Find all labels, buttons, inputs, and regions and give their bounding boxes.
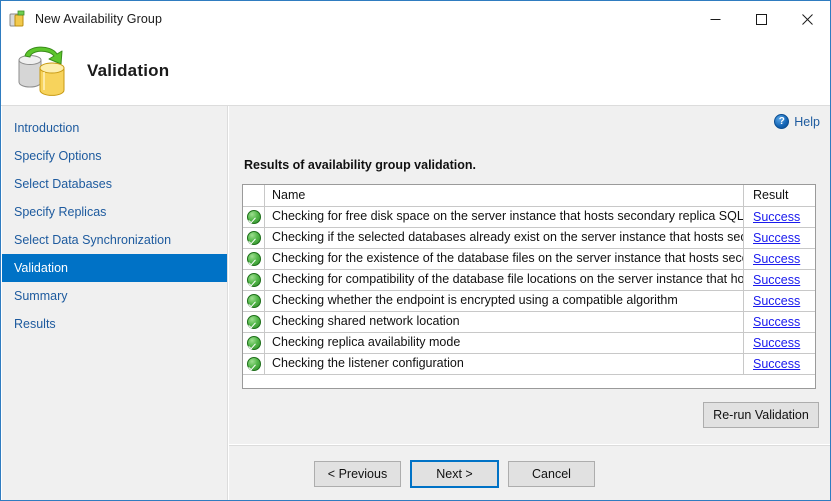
minimize-icon <box>710 14 721 25</box>
row-result-cell: Success <box>744 354 815 374</box>
row-name-cell: Checking for compatibility of the databa… <box>265 270 744 290</box>
sidebar-item-label: Select Databases <box>14 177 112 191</box>
validation-results-table: Name Result Checking for free disk space… <box>242 184 816 389</box>
help-label: Help <box>794 115 820 129</box>
row-status-cell <box>243 312 265 332</box>
row-status-cell <box>243 228 265 248</box>
table-row[interactable]: Checking for free disk space on the serv… <box>243 207 815 228</box>
row-result-cell: Success <box>744 291 815 311</box>
sidebar-item-label: Specify Replicas <box>14 205 106 219</box>
sidebar-item-select-data-synchronization[interactable]: Select Data Synchronization <box>2 226 227 254</box>
success-check-icon <box>247 231 261 245</box>
rerun-validation-button[interactable]: Re-run Validation <box>703 402 819 428</box>
window-controls <box>692 1 830 37</box>
row-name-cell: Checking for the existence of the databa… <box>265 249 744 269</box>
previous-button[interactable]: < Previous <box>314 461 401 487</box>
content-panel: ? Help Results of availability group val… <box>229 106 830 444</box>
next-button[interactable]: Next > <box>410 460 499 488</box>
result-link[interactable]: Success <box>753 252 800 266</box>
result-link[interactable]: Success <box>753 315 800 329</box>
minimize-button[interactable] <box>692 1 738 37</box>
column-header-name: Name <box>265 185 744 206</box>
success-check-icon <box>247 252 261 266</box>
sidebar-item-summary[interactable]: Summary <box>2 282 227 310</box>
results-caption: Results of availability group validation… <box>244 158 476 172</box>
row-name-cell: Checking for free disk space on the serv… <box>265 207 744 227</box>
success-check-icon <box>247 336 261 350</box>
table-row[interactable]: Checking if the selected databases alrea… <box>243 228 815 249</box>
row-status-cell <box>243 333 265 353</box>
row-name-cell: Checking shared network location <box>265 312 744 332</box>
table-row[interactable]: Checking shared network location Success <box>243 312 815 333</box>
sidebar-item-validation[interactable]: Validation <box>2 254 227 282</box>
availability-group-icon <box>9 10 27 28</box>
row-name-cell: Checking whether the endpoint is encrypt… <box>265 291 744 311</box>
row-name-cell: Checking the listener configuration <box>265 354 744 374</box>
cancel-button[interactable]: Cancel <box>508 461 595 487</box>
success-check-icon <box>247 357 261 371</box>
wizard-steps-sidebar: Introduction Specify Options Select Data… <box>2 106 228 500</box>
result-link[interactable]: Success <box>753 231 800 245</box>
maximize-button[interactable] <box>738 1 784 37</box>
database-sync-icon <box>11 42 73 100</box>
close-button[interactable] <box>784 1 830 37</box>
sidebar-item-specify-options[interactable]: Specify Options <box>2 142 227 170</box>
row-status-cell <box>243 270 265 290</box>
row-result-cell: Success <box>744 333 815 353</box>
row-result-cell: Success <box>744 312 815 332</box>
result-link[interactable]: Success <box>753 357 800 371</box>
sidebar-item-select-databases[interactable]: Select Databases <box>2 170 227 198</box>
column-header-status <box>243 185 265 206</box>
page-title: Validation <box>87 61 169 81</box>
table-row[interactable]: Checking for the existence of the databa… <box>243 249 815 270</box>
close-icon <box>802 14 813 25</box>
result-link[interactable]: Success <box>753 273 800 287</box>
sidebar-item-label: Specify Options <box>14 149 102 163</box>
row-status-cell <box>243 354 265 374</box>
success-check-icon <box>247 315 261 329</box>
row-name-cell: Checking if the selected databases alrea… <box>265 228 744 248</box>
help-circle-icon: ? <box>774 114 789 129</box>
success-check-icon <box>247 294 261 308</box>
row-status-cell <box>243 249 265 269</box>
success-check-icon <box>247 273 261 287</box>
table-header-row: Name Result <box>243 185 815 207</box>
maximize-icon <box>756 14 767 25</box>
sidebar-item-label: Results <box>14 317 56 331</box>
row-result-cell: Success <box>744 207 815 227</box>
result-link[interactable]: Success <box>753 210 800 224</box>
row-status-cell <box>243 207 265 227</box>
table-row[interactable]: Checking replica availability mode Succe… <box>243 333 815 354</box>
page-header: Validation <box>1 37 830 106</box>
result-link[interactable]: Success <box>753 294 800 308</box>
sidebar-item-label: Validation <box>14 261 68 275</box>
sidebar-item-introduction[interactable]: Introduction <box>2 114 227 142</box>
sidebar-item-label: Select Data Synchronization <box>14 233 171 247</box>
row-name-cell: Checking replica availability mode <box>265 333 744 353</box>
window-title: New Availability Group <box>35 12 162 26</box>
row-status-cell <box>243 291 265 311</box>
help-link[interactable]: ? Help <box>774 114 820 129</box>
column-header-result: Result <box>744 185 815 206</box>
table-row[interactable]: Checking the listener configuration Succ… <box>243 354 815 375</box>
sidebar-item-label: Introduction <box>14 121 79 135</box>
sidebar-item-results[interactable]: Results <box>2 310 227 338</box>
sidebar-item-label: Summary <box>14 289 67 303</box>
title-bar: New Availability Group <box>1 1 830 37</box>
row-result-cell: Success <box>744 228 815 248</box>
table-row[interactable]: Checking whether the endpoint is encrypt… <box>243 291 815 312</box>
table-row[interactable]: Checking for compatibility of the databa… <box>243 270 815 291</box>
row-result-cell: Success <box>744 249 815 269</box>
result-link[interactable]: Success <box>753 336 800 350</box>
sidebar-item-specify-replicas[interactable]: Specify Replicas <box>2 198 227 226</box>
new-availability-group-dialog: New Availability Group <box>0 0 831 501</box>
success-check-icon <box>247 210 261 224</box>
row-result-cell: Success <box>744 270 815 290</box>
